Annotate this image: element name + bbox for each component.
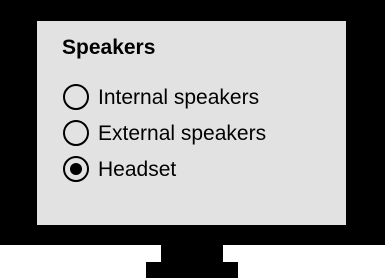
- radio-option-external-speakers[interactable]: External speakers: [63, 117, 266, 149]
- monitor-frame: Speakers Internal speakers External spea…: [0, 0, 385, 245]
- radio-selected-dot: [70, 163, 82, 175]
- radio-unchecked-icon[interactable]: [63, 84, 89, 110]
- radio-checked-icon[interactable]: [63, 156, 89, 182]
- monitor-screen: Speakers Internal speakers External spea…: [37, 21, 346, 225]
- monitor-stand-neck: [161, 245, 223, 262]
- radio-option-label: Headset: [98, 157, 177, 181]
- monitor-stand-base: [146, 262, 238, 278]
- radio-option-headset[interactable]: Headset: [63, 153, 176, 185]
- radio-option-label: Internal speakers: [98, 85, 260, 109]
- radio-option-label: External speakers: [98, 121, 267, 145]
- speakers-group-title: Speakers: [62, 36, 156, 59]
- radio-option-internal-speakers[interactable]: Internal speakers: [63, 81, 259, 113]
- radio-unchecked-icon[interactable]: [63, 120, 89, 146]
